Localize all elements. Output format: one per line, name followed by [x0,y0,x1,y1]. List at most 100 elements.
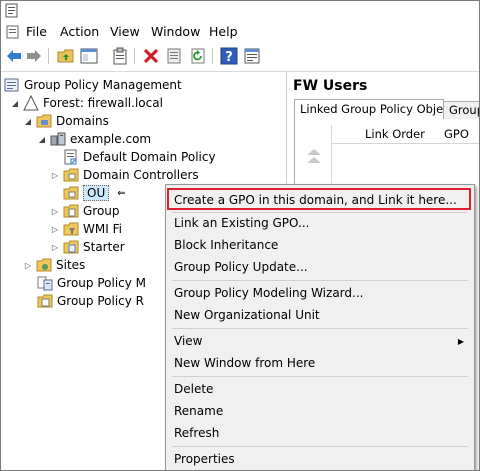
tree-item-domain-controllers[interactable]: ▷ Domain Controllers [50,166,199,184]
back-arrow-icon[interactable] [5,47,23,65]
menu-item-delete[interactable]: Delete [174,382,213,396]
table-header: Link Order GPO [332,125,479,144]
menu-item-modeling-wizard[interactable]: Group Policy Modeling Wizard... [174,286,363,300]
tree-label: Domains [56,114,109,128]
clipboard-icon[interactable] [111,47,129,65]
tree-label: Group Policy M [57,276,147,290]
results-icon [37,293,53,309]
expand-icon[interactable]: ▷ [23,261,33,270]
ou-folder-icon [63,167,79,183]
modeling-icon [37,275,53,291]
tree-item-modeling[interactable]: Group Policy M [37,274,146,292]
tree-label: example.com [70,132,152,146]
tree-item-results[interactable]: Group Policy R [37,292,144,310]
tree-label: Forest: firewall.local [43,96,163,110]
menu-separator [172,376,468,377]
menu-bar: File Action View Window Help [1,21,479,42]
svg-text:?: ? [225,50,233,65]
menu-item-refresh[interactable]: Refresh [174,426,219,440]
tree-label: Default Domain Policy [83,150,216,164]
gpo-link-icon [63,149,79,165]
expand-icon[interactable]: ▷ [50,243,60,252]
wmi-folder-icon [63,221,79,237]
tree-item-ou[interactable]: OU ⇐ [63,184,126,202]
menu-item-block-inheritance[interactable]: Block Inheritance [174,238,278,252]
collapse-icon[interactable]: ◢ [10,99,20,108]
ou-folder-icon [63,185,79,201]
move-up-top-icon[interactable] [307,149,321,155]
tree-item-domains[interactable]: ◢ Domains [23,112,109,130]
menu-separator [172,328,468,329]
menu-view[interactable]: View [110,24,140,39]
tree-item-group-policy-objects[interactable]: ▷ Group [50,202,120,220]
help-icon[interactable]: ? [220,47,238,65]
submenu-arrow-icon: ▶ [457,337,464,346]
menu-item-rename[interactable]: Rename [174,404,223,418]
gpo-folder-icon [63,203,79,219]
details-title: FW Users [293,78,368,94]
tab-group[interactable]: Group [443,101,479,119]
collapse-icon[interactable]: ◢ [37,135,47,144]
collapse-icon[interactable]: ◢ [23,117,33,126]
tree-item-domain[interactable]: ◢ example.com [37,130,151,148]
starter-folder-icon [63,239,79,255]
toolbar: ? [1,42,479,72]
folder-icon [36,113,52,129]
column-gpo[interactable]: GPO [444,127,469,141]
app-icon [5,3,18,18]
tree-item-default-policy[interactable]: Default Domain Policy [63,148,216,166]
tree-label: Domain Controllers [83,168,199,182]
toolbar-separator [48,48,49,64]
menu-item-link-existing-gpo[interactable]: Link an Existing GPO... [174,216,309,230]
context-menu: Create a GPO in this domain, and Link it… [165,184,475,470]
menu-item-gp-update[interactable]: Group Policy Update... [174,260,308,274]
title-bar[interactable] [1,1,479,21]
gpmc-window: File Action View Window Help ? Group Pol… [0,0,480,471]
menu-separator [172,280,468,281]
menu-separator [172,446,468,447]
refresh-icon[interactable] [189,47,207,65]
tree-item-wmi-filters[interactable]: ▷ WMI Fi [50,220,122,238]
menu-file[interactable]: File [26,24,47,39]
forest-icon [23,94,39,111]
move-up-icon[interactable] [307,157,321,163]
toolbar-separator [212,48,213,64]
menu-item-properties[interactable]: Properties [174,452,235,466]
tab-strip: Linked Group Policy Objects Group [294,99,479,120]
toolbar-separator [134,48,135,64]
menu-separator [172,212,468,213]
properties-icon[interactable] [165,47,183,65]
tab-linked-gpos[interactable]: Linked Group Policy Objects [294,99,444,119]
tree-label-selected: OU [83,185,110,201]
move-arrows [305,147,323,165]
tree-label: WMI Fi [83,222,122,236]
tree-item-root[interactable]: Group Policy Management [4,76,182,94]
menu-item-view[interactable]: View [174,334,202,348]
tree-item-forest[interactable]: ◢ Forest: firewall.local [10,94,163,112]
tree-label: Group Policy Management [24,78,182,92]
sites-folder-icon [36,257,52,273]
expand-icon[interactable]: ▷ [50,225,60,234]
menu-action[interactable]: Action [60,24,99,39]
folder-up-icon[interactable] [57,47,75,65]
menu-help[interactable]: Help [209,24,238,39]
forward-arrow-icon[interactable] [25,47,43,65]
menu-window[interactable]: Window [151,24,200,39]
column-link-order[interactable]: Link Order [365,127,425,141]
tree-item-starter-gpos[interactable]: ▷ Starter [50,238,125,256]
tree-item-sites[interactable]: ▷ Sites [23,256,85,274]
snapin-icon[interactable] [243,47,261,65]
mouse-cursor-icon: ⇐ [117,187,126,199]
show-hide-tree-icon[interactable] [80,47,98,65]
menu-file-icon [6,24,20,41]
menu-item-new-window[interactable]: New Window from Here [174,356,315,370]
tree-label: Sites [56,258,86,272]
expand-icon[interactable]: ▷ [50,207,60,216]
tree-label: Group [83,204,120,218]
domain-icon [50,131,66,147]
menu-item-new-ou[interactable]: New Organizational Unit [174,308,320,322]
tree-label: Starter [83,240,125,254]
menu-item-create-gpo-link[interactable]: Create a GPO in this domain, and Link it… [174,193,457,207]
delete-icon[interactable] [142,47,160,65]
expand-icon[interactable]: ▷ [50,171,60,180]
